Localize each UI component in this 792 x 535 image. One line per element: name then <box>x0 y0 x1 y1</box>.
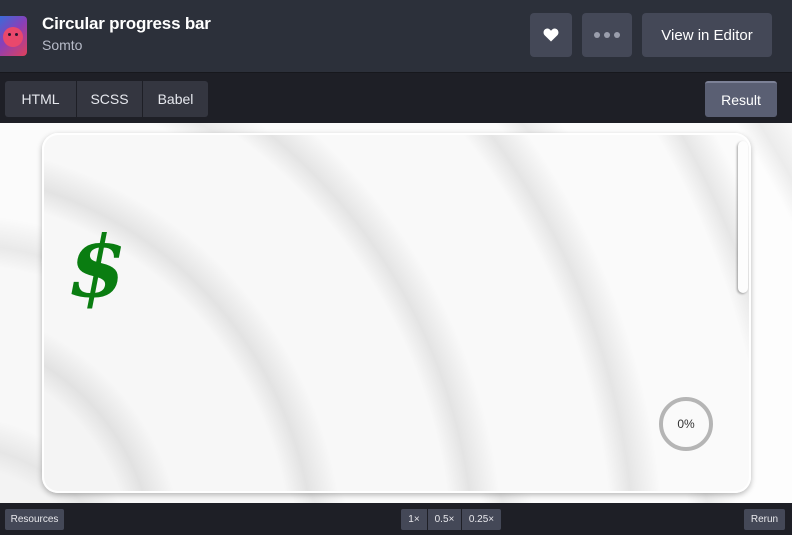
zoom-1x-button[interactable]: 1× <box>401 509 427 530</box>
heart-icon <box>543 28 559 42</box>
dollar-sign: $ <box>68 217 127 316</box>
preview-card[interactable]: $ 0% <box>42 133 751 493</box>
tab-html[interactable]: HTML <box>5 81 76 117</box>
pen-title[interactable]: Circular progress bar <box>42 14 211 34</box>
bottom-bar: Resources 1× 0.5× 0.25× Rerun <box>0 503 792 535</box>
view-in-editor-button[interactable]: View in Editor <box>642 13 772 57</box>
tab-scss[interactable]: SCSS <box>77 81 142 117</box>
more-options-button[interactable] <box>582 13 632 57</box>
more-dots-icon <box>594 32 620 38</box>
tab-babel[interactable]: Babel <box>143 81 208 117</box>
rerun-button[interactable]: Rerun <box>744 509 785 530</box>
zoom-0-5x-button[interactable]: 0.5× <box>428 509 461 530</box>
like-button[interactable] <box>530 13 572 57</box>
progress-label: 0% <box>677 417 695 431</box>
pen-author[interactable]: Somto <box>42 37 82 53</box>
editor-tab-bar: HTML SCSS Babel Result <box>0 72 792 123</box>
scrollbar-thumb[interactable] <box>738 141 748 293</box>
resources-button[interactable]: Resources <box>5 509 64 530</box>
avatar-face-icon <box>3 27 23 47</box>
zoom-0-25x-button[interactable]: 0.25× <box>462 509 501 530</box>
circular-progress: 0% <box>659 397 713 451</box>
tab-result[interactable]: Result <box>705 81 777 117</box>
pen-header: Circular progress bar Somto View in Edit… <box>0 0 792 72</box>
result-preview: $ 0% <box>0 123 792 503</box>
avatar[interactable] <box>0 16 27 56</box>
